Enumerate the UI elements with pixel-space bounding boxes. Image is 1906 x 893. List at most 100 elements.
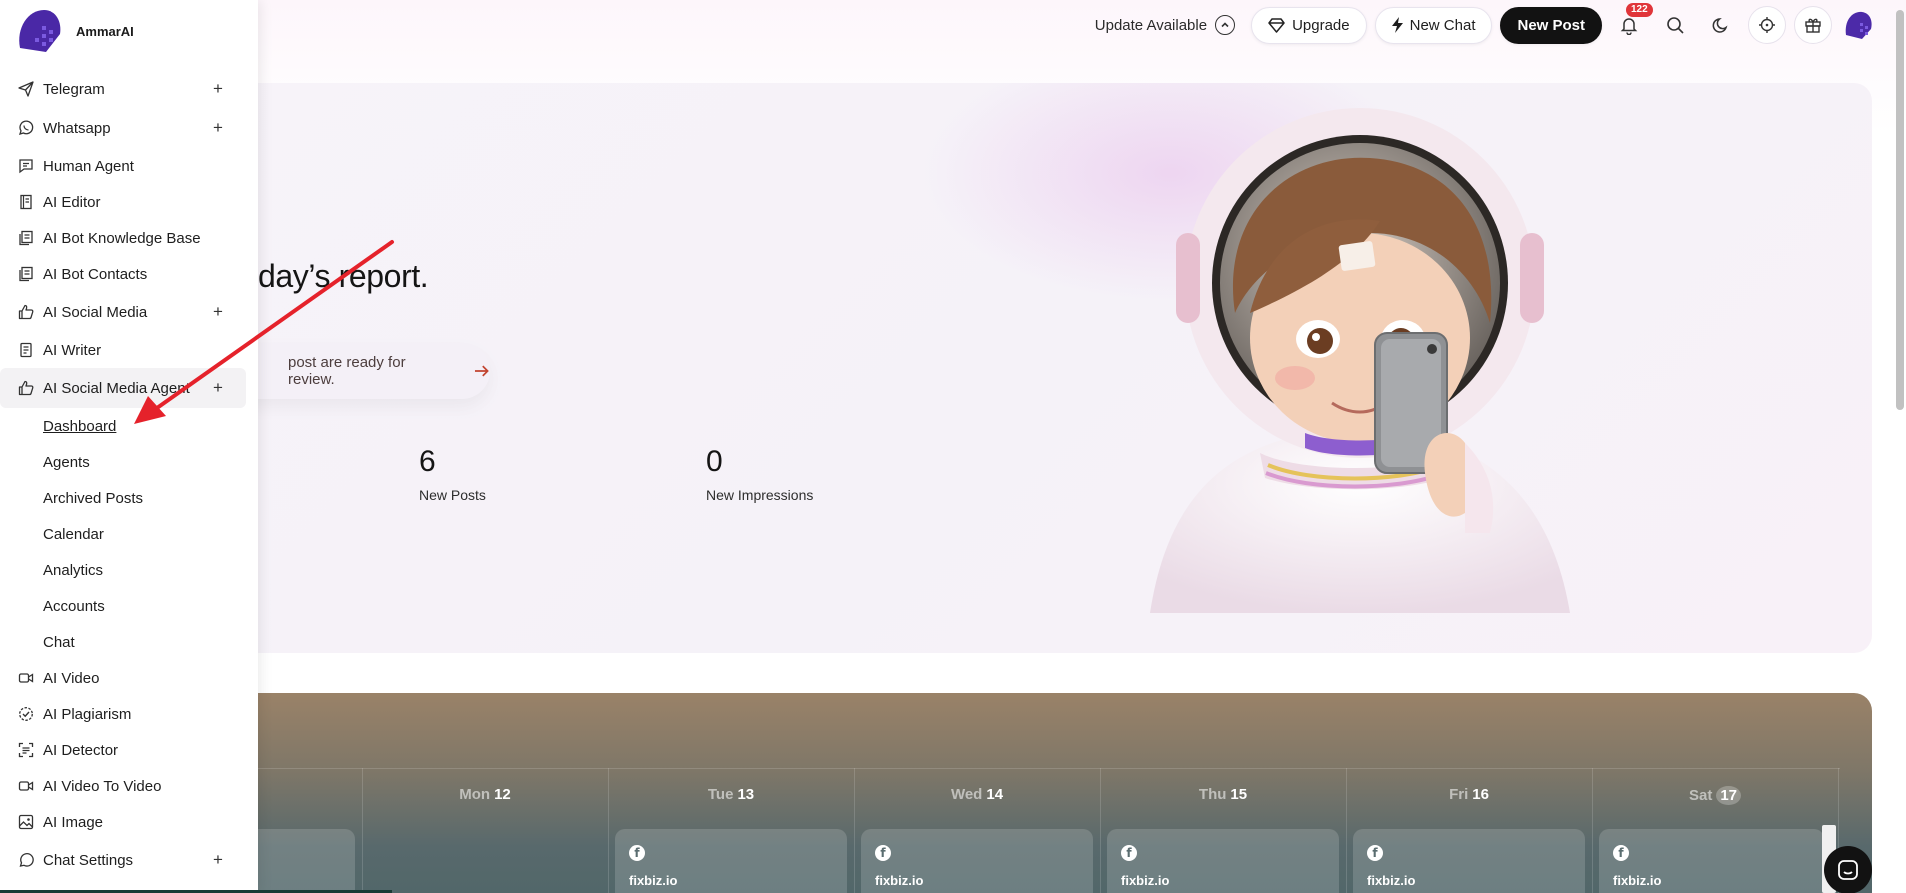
copy-icon (17, 265, 35, 283)
sidebar-item-ai-bot-contacts[interactable]: AI Bot Contacts (0, 256, 258, 292)
sidebar-item-ai-bot-knowledge-base[interactable]: AI Bot Knowledge Base (0, 220, 258, 256)
sidebar-item-label: AI Editor (43, 193, 101, 211)
video-icon (17, 777, 35, 795)
post-card[interactable]: f fixbiz.io (1599, 829, 1824, 893)
sidebar-item-ai-video-to-video[interactable]: AI Video To Video (0, 768, 258, 804)
thumbs-up-icon (17, 303, 35, 321)
gift-button[interactable] (1794, 6, 1832, 44)
image-icon (17, 813, 35, 831)
page-scrollbar[interactable] (1894, 0, 1904, 410)
notifications-button[interactable]: 122 (1610, 3, 1653, 44)
new-chat-button[interactable]: New Chat (1374, 6, 1493, 44)
stat-value: 6 (419, 445, 436, 478)
whatsapp-icon (17, 119, 35, 137)
sidebar-item-label: AI Video (43, 669, 100, 687)
new-chat-label: New Chat (1409, 16, 1476, 34)
send-icon (17, 80, 35, 98)
post-card[interactable]: f fixbiz.io (861, 829, 1093, 893)
copy-icon (17, 229, 35, 247)
chat-icon (17, 157, 35, 175)
sidebar-subitem-analytics[interactable]: Analytics (0, 552, 258, 588)
expand-plus-icon[interactable]: + (213, 302, 223, 322)
user-avatar[interactable] (1840, 7, 1876, 43)
sidebar-item-label: AI Bot Knowledge Base (43, 229, 201, 247)
sidebar-subitem-chat[interactable]: Chat (0, 624, 258, 660)
post-account-name: fixbiz.io (629, 873, 678, 888)
search-button[interactable] (1656, 6, 1694, 44)
sidebar-item-whatsapp[interactable]: Whatsapp + (0, 108, 258, 148)
notification-badge: 122 (1626, 3, 1653, 17)
facebook-icon: f (629, 845, 645, 861)
sidebar-item-chat-settings[interactable]: Chat Settings + (0, 840, 258, 880)
sidebar-item-label: AI Plagiarism (43, 705, 132, 723)
stat-label: New Posts (419, 487, 486, 503)
post-account-name: fixbiz.io (1367, 873, 1416, 888)
sidebar-item-ai-social-media[interactable]: AI Social Media + (0, 292, 258, 332)
new-post-label: New Post (1517, 16, 1585, 34)
sidebar-item-ai-social-media-agent[interactable]: AI Social Media Agent + (0, 368, 246, 408)
update-available-button[interactable]: Update Available (1087, 7, 1243, 43)
calendar-divider (200, 768, 1840, 769)
sidebar-item-label: AI Detector (43, 741, 119, 759)
focus-button[interactable] (1748, 6, 1786, 44)
expand-plus-icon[interactable]: + (213, 118, 223, 138)
stat-new-posts: 6 New Posts (419, 445, 486, 503)
sidebar-item-ai-detector[interactable]: AI Detector (0, 732, 258, 768)
document-icon (17, 341, 35, 359)
sidebar-item-telegram[interactable]: Telegram + (0, 70, 258, 108)
crosshair-icon (1759, 17, 1775, 33)
day-header-mon[interactable]: Mon 12 (362, 786, 608, 803)
review-posts-link[interactable]: post are ready for review. (220, 343, 490, 399)
arrow-right-icon (475, 365, 490, 377)
post-account-name: fixbiz.io (1613, 873, 1662, 888)
sidebar-item-label: Chat Settings (43, 851, 134, 869)
sidebar-item-ai-editor[interactable]: AI Editor (0, 184, 258, 220)
sidebar-subitem-agents[interactable]: Agents (0, 444, 258, 480)
day-header-fri[interactable]: Fri 16 (1346, 786, 1592, 803)
day-header-wed[interactable]: Wed 14 (854, 786, 1100, 803)
expand-plus-icon[interactable]: + (213, 378, 223, 398)
sidebar-item-label: AI Social Media (43, 303, 148, 321)
scan-icon (17, 741, 35, 759)
sidebar-subitem-calendar[interactable]: Calendar (0, 516, 258, 552)
post-card[interactable]: f fixbiz.io (615, 829, 847, 893)
new-post-button[interactable]: New Post (1500, 6, 1602, 44)
brand-logo-link[interactable]: AmmarAI (12, 4, 134, 58)
scrollbar-thumb[interactable] (1896, 10, 1904, 410)
expand-plus-icon[interactable]: + (213, 850, 223, 870)
book-icon (17, 193, 35, 211)
sidebar-item-ai-video[interactable]: AI Video (0, 660, 258, 696)
sidebar-item-label: AI Video To Video (43, 777, 162, 795)
sidebar-item-label: AI Writer (43, 341, 102, 359)
stat-new-impressions: 0 New Impressions (706, 445, 813, 503)
post-card[interactable]: f fixbiz.io (1107, 829, 1339, 893)
dark-mode-toggle[interactable] (1702, 6, 1740, 44)
thumbs-up-icon (17, 379, 35, 397)
post-account-name: fixbiz.io (875, 873, 924, 888)
chevron-up-icon (1215, 15, 1236, 35)
sidebar-item-label: Human Agent (43, 157, 134, 175)
day-header-tue[interactable]: Tue 13 (608, 786, 854, 803)
facebook-icon: f (1121, 845, 1137, 861)
sidebar-item-ai-writer[interactable]: AI Writer (0, 332, 258, 368)
post-card[interactable]: f fixbiz.io (1353, 829, 1585, 893)
stat-label: New Impressions (706, 487, 814, 503)
post-account-name: fixbiz.io (1121, 873, 1170, 888)
day-header-thu[interactable]: Thu 15 (1100, 786, 1346, 803)
sidebar-subitem-archived-posts[interactable]: Archived Posts (0, 480, 258, 516)
report-title: day’s report. (258, 258, 429, 294)
stat-value: 0 (706, 445, 723, 478)
expand-plus-icon[interactable]: + (213, 79, 223, 99)
upgrade-button[interactable]: Upgrade (1251, 6, 1367, 44)
sidebar-subitem-dashboard[interactable]: Dashboard (0, 408, 258, 444)
support-chat-button[interactable] (1824, 846, 1872, 893)
sidebar-item-ai-plagiarism[interactable]: AI Plagiarism (0, 696, 258, 732)
gift-icon (1805, 18, 1821, 33)
check-circle-icon (17, 705, 35, 723)
chat-widget-icon (1838, 860, 1858, 880)
sidebar-item-ai-image[interactable]: AI Image (0, 804, 258, 840)
sidebar-item-human-agent[interactable]: Human Agent (0, 148, 258, 184)
upgrade-label: Upgrade (1292, 16, 1350, 34)
sidebar-subitem-accounts[interactable]: Accounts (0, 588, 258, 624)
day-header-sat[interactable]: Sat 17 (1592, 786, 1838, 805)
